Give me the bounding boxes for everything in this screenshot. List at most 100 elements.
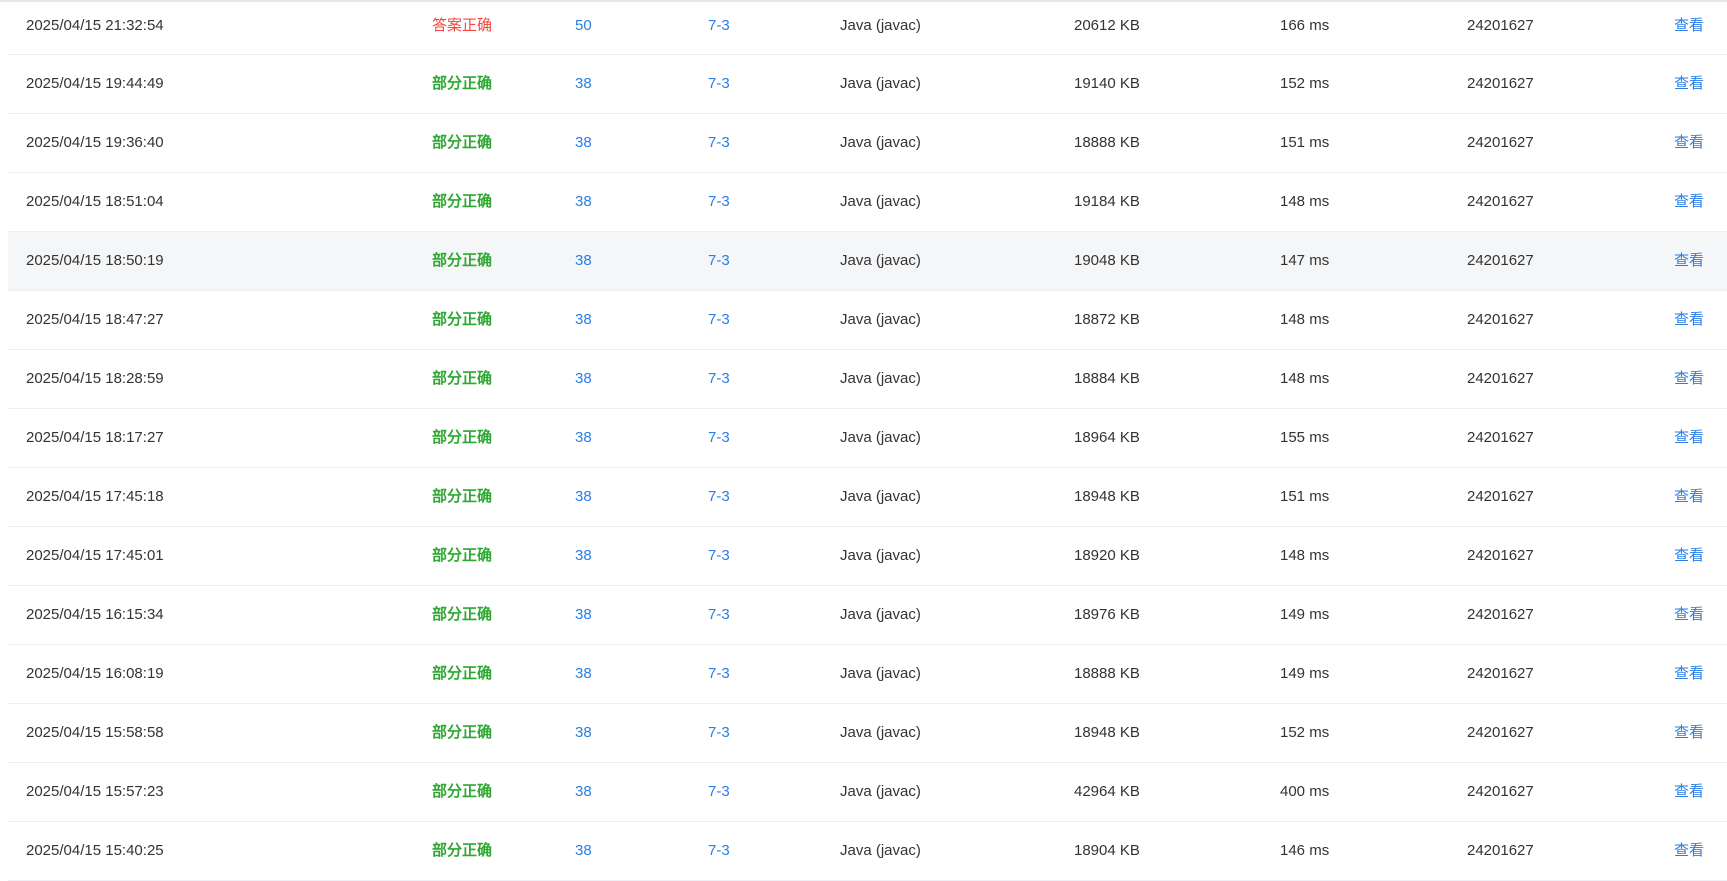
view-button[interactable]: 查看 xyxy=(1674,2,1704,50)
table-row: 2025/04/15 17:45:01 部分正确 38 7-3 Java (ja… xyxy=(8,527,1727,586)
submit-time: 2025/04/15 15:40:25 xyxy=(26,842,164,859)
submit-time: 2025/04/15 18:17:27 xyxy=(26,429,164,446)
submission-table: 2025/04/15 21:32:54 答案正确 50 7-3 Java (ja… xyxy=(8,2,1727,881)
score-link[interactable]: 38 xyxy=(575,232,592,290)
language: Java (javac) xyxy=(840,547,921,564)
view-button[interactable]: 查看 xyxy=(1674,173,1704,231)
run-time: 149 ms xyxy=(1280,665,1330,682)
memory-usage: 19184 KB xyxy=(1074,193,1140,210)
view-button[interactable]: 查看 xyxy=(1674,114,1704,172)
problem-link[interactable]: 7-3 xyxy=(708,232,730,290)
status-badge: 部分正确 xyxy=(432,311,493,328)
view-button[interactable]: 查看 xyxy=(1674,409,1704,467)
memory-usage: 18920 KB xyxy=(1074,547,1140,564)
problem-link[interactable]: 7-3 xyxy=(708,822,730,880)
problem-link[interactable]: 7-3 xyxy=(708,468,730,526)
user-id: 24201627 xyxy=(1467,429,1534,446)
user-id: 24201627 xyxy=(1467,783,1534,800)
score-link[interactable]: 38 xyxy=(575,822,592,880)
user-id: 24201627 xyxy=(1467,252,1534,269)
problem-link[interactable]: 7-3 xyxy=(708,173,730,231)
language: Java (javac) xyxy=(840,134,921,151)
problem-link[interactable]: 7-3 xyxy=(708,55,730,113)
memory-usage: 18948 KB xyxy=(1074,488,1140,505)
score-link[interactable]: 38 xyxy=(575,586,592,644)
memory-usage: 19048 KB xyxy=(1074,252,1140,269)
table-row: 2025/04/15 16:08:19 部分正确 38 7-3 Java (ja… xyxy=(8,645,1727,704)
run-time: 148 ms xyxy=(1280,311,1330,328)
view-button[interactable]: 查看 xyxy=(1674,291,1704,349)
problem-link[interactable]: 7-3 xyxy=(708,645,730,703)
problem-link[interactable]: 7-3 xyxy=(708,527,730,585)
score-link[interactable]: 38 xyxy=(575,291,592,349)
problem-link[interactable]: 7-3 xyxy=(708,704,730,762)
table-row: 2025/04/15 16:15:34 部分正确 38 7-3 Java (ja… xyxy=(8,586,1727,645)
run-time: 147 ms xyxy=(1280,252,1330,269)
language: Java (javac) xyxy=(840,252,921,269)
problem-link[interactable]: 7-3 xyxy=(708,291,730,349)
run-time: 148 ms xyxy=(1280,193,1330,210)
memory-usage: 20612 KB xyxy=(1074,17,1140,34)
run-time: 152 ms xyxy=(1280,75,1330,92)
score-link[interactable]: 38 xyxy=(575,173,592,231)
score-link[interactable]: 38 xyxy=(575,527,592,585)
table-row: 2025/04/15 19:44:49 部分正确 38 7-3 Java (ja… xyxy=(8,55,1727,114)
memory-usage: 18904 KB xyxy=(1074,842,1140,859)
user-id: 24201627 xyxy=(1467,842,1534,859)
view-button[interactable]: 查看 xyxy=(1674,468,1704,526)
language: Java (javac) xyxy=(840,75,921,92)
view-button[interactable]: 查看 xyxy=(1674,55,1704,113)
score-link[interactable]: 38 xyxy=(575,645,592,703)
language: Java (javac) xyxy=(840,370,921,387)
run-time: 155 ms xyxy=(1280,429,1330,446)
user-id: 24201627 xyxy=(1467,370,1534,387)
problem-link[interactable]: 7-3 xyxy=(708,586,730,644)
language: Java (javac) xyxy=(840,488,921,505)
table-row: 2025/04/15 15:57:23 部分正确 38 7-3 Java (ja… xyxy=(8,763,1727,822)
user-id: 24201627 xyxy=(1467,134,1534,151)
view-button[interactable]: 查看 xyxy=(1674,822,1704,880)
table-row: 2025/04/15 17:45:18 部分正确 38 7-3 Java (ja… xyxy=(8,468,1727,527)
memory-usage: 42964 KB xyxy=(1074,783,1140,800)
view-button[interactable]: 查看 xyxy=(1674,704,1704,762)
score-link[interactable]: 38 xyxy=(575,350,592,408)
submit-time: 2025/04/15 18:28:59 xyxy=(26,370,164,387)
problem-link[interactable]: 7-3 xyxy=(708,2,730,50)
view-button[interactable]: 查看 xyxy=(1674,763,1704,821)
status-badge: 部分正确 xyxy=(432,134,493,151)
view-button[interactable]: 查看 xyxy=(1674,586,1704,644)
submit-time: 2025/04/15 18:47:27 xyxy=(26,311,164,328)
run-time: 146 ms xyxy=(1280,842,1330,859)
status-badge: 部分正确 xyxy=(432,488,493,505)
score-link[interactable]: 38 xyxy=(575,704,592,762)
memory-usage: 18976 KB xyxy=(1074,606,1140,623)
view-button[interactable]: 查看 xyxy=(1674,232,1704,290)
score-link[interactable]: 50 xyxy=(575,2,592,50)
score-link[interactable]: 38 xyxy=(575,409,592,467)
table-row: 2025/04/15 15:58:58 部分正确 38 7-3 Java (ja… xyxy=(8,704,1727,763)
score-link[interactable]: 38 xyxy=(575,114,592,172)
status-badge: 部分正确 xyxy=(432,75,493,92)
score-link[interactable]: 38 xyxy=(575,55,592,113)
table-row: 2025/04/15 18:51:04 部分正确 38 7-3 Java (ja… xyxy=(8,173,1727,232)
submit-time: 2025/04/15 17:45:01 xyxy=(26,547,164,564)
language: Java (javac) xyxy=(840,665,921,682)
memory-usage: 19140 KB xyxy=(1074,75,1140,92)
run-time: 148 ms xyxy=(1280,547,1330,564)
problem-link[interactable]: 7-3 xyxy=(708,114,730,172)
run-time: 148 ms xyxy=(1280,370,1330,387)
score-link[interactable]: 38 xyxy=(575,468,592,526)
memory-usage: 18888 KB xyxy=(1074,134,1140,151)
score-link[interactable]: 38 xyxy=(575,763,592,821)
view-button[interactable]: 查看 xyxy=(1674,527,1704,585)
problem-link[interactable]: 7-3 xyxy=(708,350,730,408)
view-button[interactable]: 查看 xyxy=(1674,350,1704,408)
submit-time: 2025/04/15 15:58:58 xyxy=(26,724,164,741)
problem-link[interactable]: 7-3 xyxy=(708,763,730,821)
view-button[interactable]: 查看 xyxy=(1674,645,1704,703)
language: Java (javac) xyxy=(840,193,921,210)
run-time: 400 ms xyxy=(1280,783,1330,800)
memory-usage: 18948 KB xyxy=(1074,724,1140,741)
language: Java (javac) xyxy=(840,842,921,859)
problem-link[interactable]: 7-3 xyxy=(708,409,730,467)
